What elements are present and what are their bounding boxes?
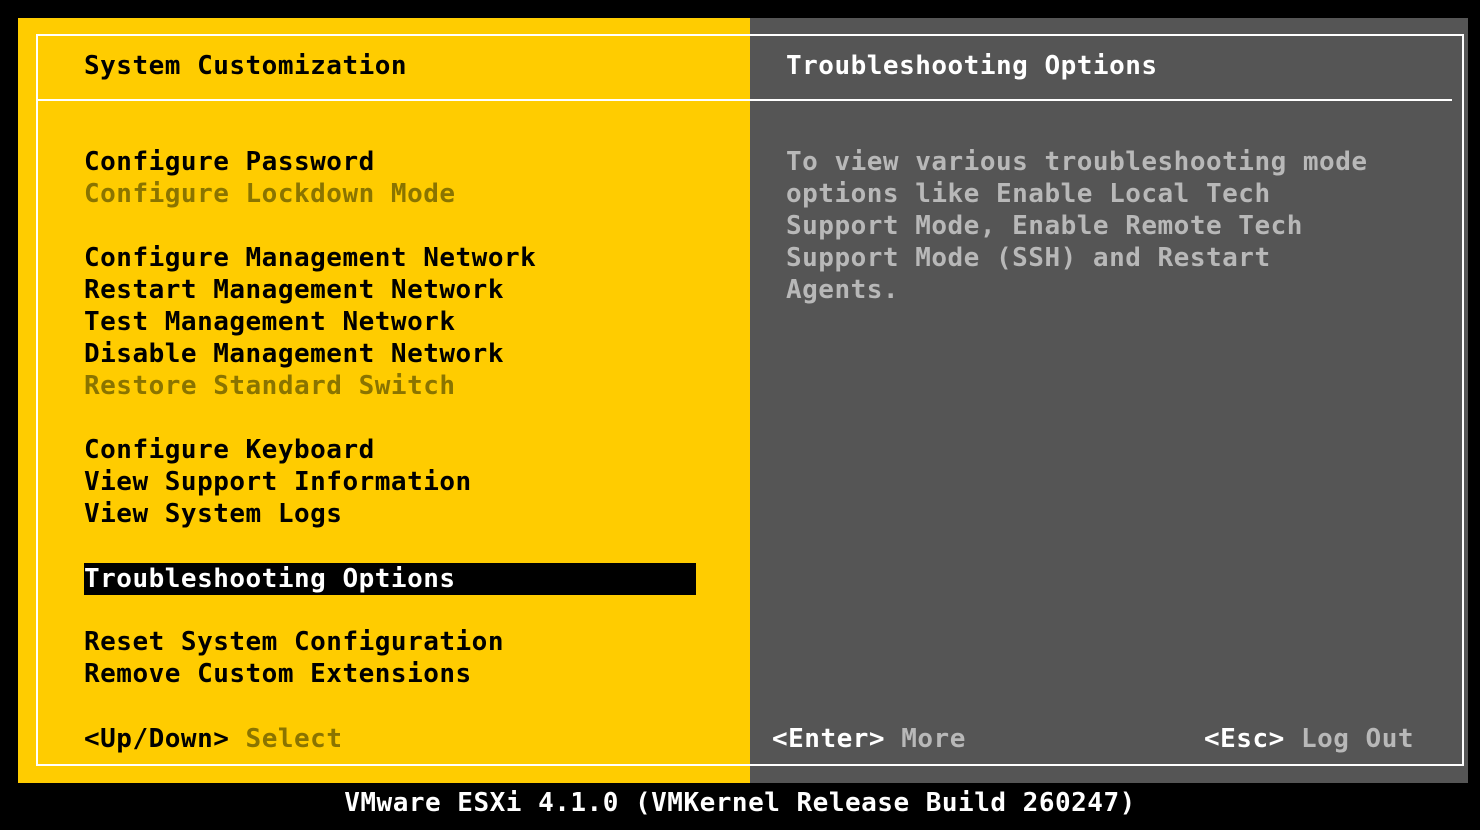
- menu-item-view-system-logs[interactable]: View System Logs: [84, 498, 342, 530]
- menu-item-reset-system-configuration[interactable]: Reset System Configuration: [84, 626, 504, 658]
- hint-key: <Esc>: [1204, 724, 1285, 754]
- dcui-screen: System Customization Troubleshooting Opt…: [0, 0, 1480, 830]
- info-panel-description: To view various troubleshooting mode opt…: [786, 147, 1368, 305]
- menu-item-configure-lockdown-mode[interactable]: Configure Lockdown Mode: [84, 178, 456, 210]
- hint-enter-more[interactable]: <Enter> More: [772, 723, 966, 755]
- info-panel: [750, 18, 1468, 783]
- menu-item-remove-custom-extensions[interactable]: Remove Custom Extensions: [84, 658, 472, 690]
- hint-up-down-select: <Up/Down> Select: [84, 723, 342, 755]
- hint-key: <Up/Down>: [84, 724, 230, 754]
- frame-border-bottom: [36, 764, 1464, 766]
- menu-item-test-management-network[interactable]: Test Management Network: [84, 306, 456, 338]
- menu-item-view-support-information[interactable]: View Support Information: [84, 466, 472, 498]
- header-divider: [36, 99, 1452, 101]
- menu-panel-title: System Customization: [84, 51, 408, 81]
- hint-key: <Enter>: [772, 724, 886, 754]
- menu-item-restart-management-network[interactable]: Restart Management Network: [84, 274, 504, 306]
- menu-item-disable-management-network[interactable]: Disable Management Network: [84, 338, 504, 370]
- menu-item-restore-standard-switch[interactable]: Restore Standard Switch: [84, 370, 456, 402]
- menu-item-configure-password[interactable]: Configure Password: [84, 146, 375, 178]
- menu-item-troubleshooting-options[interactable]: Troubleshooting Options: [84, 563, 696, 595]
- frame-border-left: [36, 34, 38, 766]
- hint-action: Log Out: [1300, 724, 1415, 754]
- version-footer: VMware ESXi 4.1.0 (VMKernel Release Buil…: [344, 788, 1136, 818]
- hint-action: Select: [245, 724, 343, 754]
- frame-border-top: [36, 34, 1464, 36]
- hint-esc-log-out[interactable]: <Esc> Log Out: [1204, 723, 1414, 755]
- frame-border-right: [1462, 34, 1464, 766]
- hint-action: More: [901, 724, 966, 754]
- menu-item-configure-keyboard[interactable]: Configure Keyboard: [84, 434, 375, 466]
- info-panel-title: Troubleshooting Options: [786, 51, 1158, 81]
- menu-item-configure-management-network[interactable]: Configure Management Network: [84, 242, 536, 274]
